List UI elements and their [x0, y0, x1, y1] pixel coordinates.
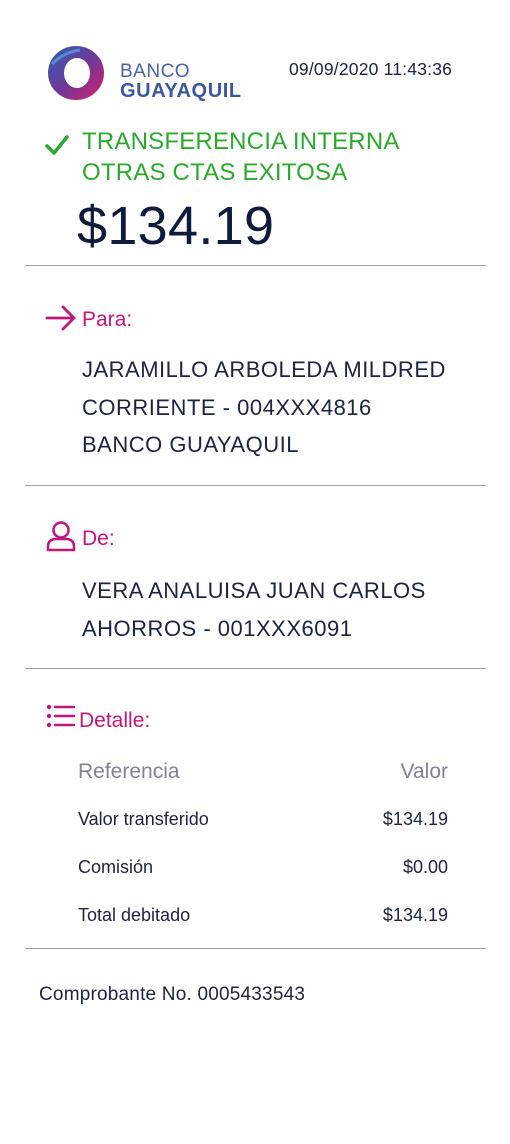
- row-label: Total debitado: [78, 905, 191, 925]
- divider: [25, 668, 486, 669]
- checkmark-icon: [45, 135, 69, 155]
- para-title: Para:: [82, 308, 133, 331]
- detalle-title: Detalle:: [79, 709, 151, 732]
- brand-name-bottom: GUAYAQUIL: [120, 80, 242, 102]
- row-value: $134.19: [382, 905, 448, 925]
- divider: [25, 485, 486, 486]
- column-header-value: Valor: [400, 760, 448, 783]
- row-label: Valor transferido: [78, 809, 209, 829]
- divider: [25, 948, 486, 949]
- transfer-amount: $134.19: [77, 196, 275, 256]
- row-value: $0.00: [402, 857, 448, 877]
- column-header-reference: Referencia: [78, 760, 180, 783]
- row-value: $134.19: [382, 809, 448, 829]
- user-icon: [46, 521, 76, 552]
- list-icon: [46, 704, 76, 728]
- recipient-bank: BANCO GUAYAQUIL: [82, 432, 299, 457]
- row-label: Comisión: [78, 857, 154, 877]
- divider: [25, 265, 486, 266]
- recipient-name: JARAMILLO ARBOLEDA MILDRED: [82, 357, 446, 382]
- voucher-number: Comprobante No. 0005433543: [39, 984, 306, 1005]
- sender-account: AHORROS - 001XXX6091: [82, 616, 353, 641]
- transaction-timestamp: 09/09/2020 11:43:36: [289, 59, 453, 79]
- status-line-2: OTRAS CTAS EXITOSA: [82, 159, 348, 186]
- de-title: De:: [82, 527, 115, 550]
- bank-logo-icon: [48, 46, 104, 100]
- arrow-right-icon: [45, 305, 76, 331]
- recipient-account: CORRIENTE - 004XXX4816: [82, 395, 372, 420]
- status-line-1: TRANSFERENCIA INTERNA: [82, 128, 400, 155]
- status-message: TRANSFERENCIA INTERNA OTRAS CTAS EXITOSA: [82, 126, 462, 188]
- sender-name: VERA ANALUISA JUAN CARLOS: [82, 578, 426, 603]
